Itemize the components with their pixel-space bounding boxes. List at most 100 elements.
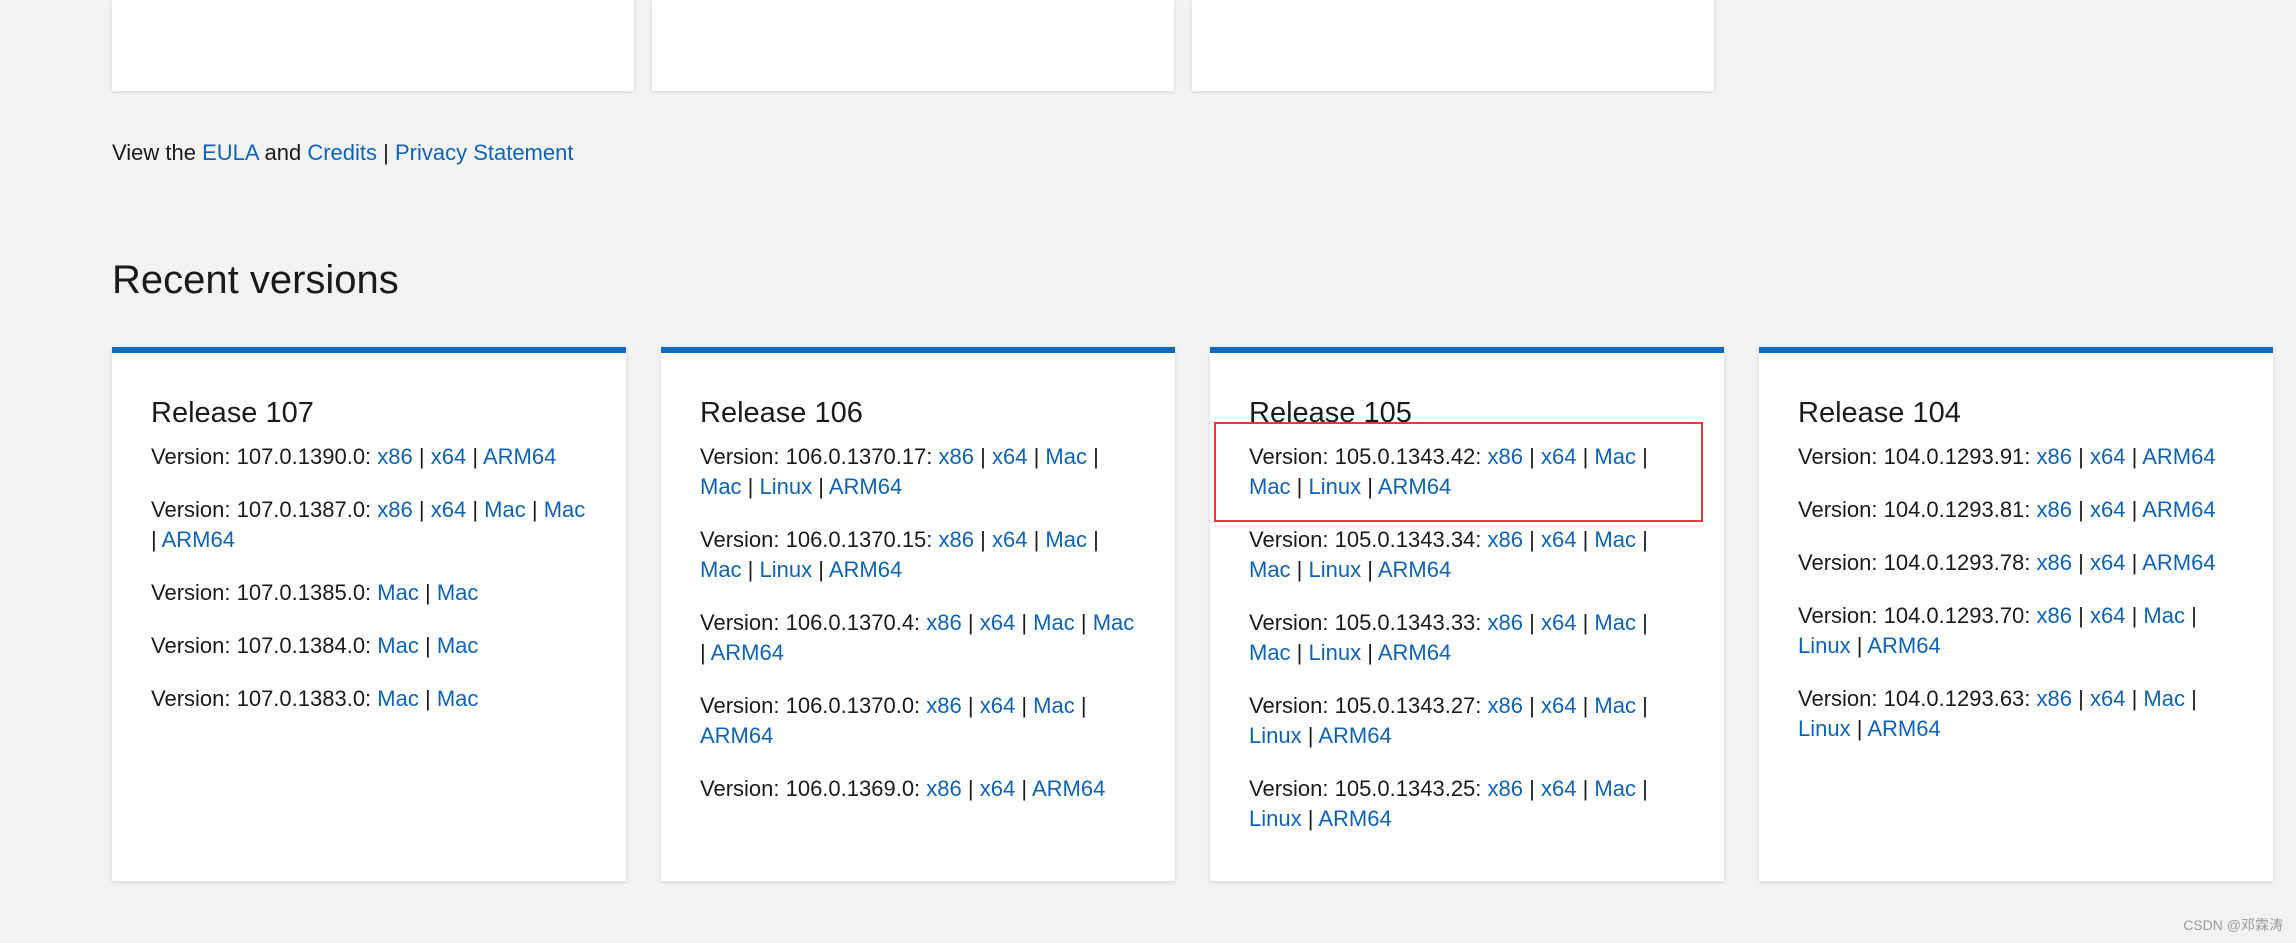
download-link-x86[interactable]: x86 — [377, 497, 412, 522]
download-link-linux[interactable]: Linux — [1249, 723, 1302, 748]
download-link-x86[interactable]: x86 — [1488, 444, 1523, 469]
download-link-x86[interactable]: x86 — [1488, 527, 1523, 552]
download-link-mac[interactable]: Mac — [1249, 640, 1291, 665]
download-link-arm64[interactable]: ARM64 — [711, 640, 784, 665]
version-label: Version: 105.0.1343.25: — [1249, 776, 1482, 801]
download-link-mac[interactable]: Mac — [377, 633, 419, 658]
link-separator: | — [2125, 603, 2144, 628]
download-link-linux[interactable]: Linux — [760, 557, 813, 582]
download-link-x64[interactable]: x64 — [1541, 444, 1576, 469]
download-link-x64[interactable]: x64 — [2090, 444, 2125, 469]
download-link-linux[interactable]: Linux — [1309, 640, 1362, 665]
download-link-x64[interactable]: x64 — [2090, 550, 2125, 575]
download-link-linux[interactable]: Linux — [1309, 474, 1362, 499]
download-link-mac[interactable]: Mac — [1594, 610, 1636, 635]
download-link-x64[interactable]: x64 — [1541, 527, 1576, 552]
link-separator: | — [1027, 444, 1046, 469]
download-link-x64[interactable]: x64 — [2090, 497, 2125, 522]
link-separator: | — [1523, 610, 1541, 635]
download-link-arm64[interactable]: ARM64 — [700, 723, 773, 748]
download-link-arm64[interactable]: ARM64 — [1318, 806, 1391, 831]
download-link-x64[interactable]: x64 — [431, 497, 466, 522]
download-link-mac[interactable]: Mac — [2143, 686, 2185, 711]
download-link-x86[interactable]: x86 — [2037, 550, 2072, 575]
download-link-arm64[interactable]: ARM64 — [162, 527, 235, 552]
download-link-linux[interactable]: Linux — [1249, 806, 1302, 831]
download-link-arm64[interactable]: ARM64 — [1032, 776, 1105, 801]
download-link-mac[interactable]: Mac — [484, 497, 526, 522]
download-link-arm64[interactable]: ARM64 — [483, 444, 556, 469]
download-link-mac[interactable]: Mac — [1249, 557, 1291, 582]
download-link-x64[interactable]: x64 — [1541, 776, 1576, 801]
download-link-x86[interactable]: x86 — [2037, 603, 2072, 628]
download-link-arm64[interactable]: ARM64 — [1378, 474, 1451, 499]
download-link-linux[interactable]: Linux — [1798, 633, 1851, 658]
version-row: Version: 107.0.1385.0: Mac | Mac — [151, 578, 588, 608]
download-link-x86[interactable]: x86 — [1488, 693, 1523, 718]
privacy-statement-link[interactable]: Privacy Statement — [395, 140, 574, 165]
download-link-x86[interactable]: x86 — [926, 776, 961, 801]
link-separator: | — [1015, 693, 1034, 718]
download-link-mac[interactable]: Mac — [437, 633, 479, 658]
download-link-x86[interactable]: x86 — [939, 444, 974, 469]
download-link-mac[interactable]: Mac — [1045, 444, 1087, 469]
link-separator: | — [741, 557, 760, 582]
download-link-linux[interactable]: Linux — [1798, 716, 1851, 741]
download-link-mac[interactable]: Mac — [437, 686, 479, 711]
download-link-x86[interactable]: x86 — [1488, 610, 1523, 635]
download-link-linux[interactable]: Linux — [760, 474, 813, 499]
download-link-x64[interactable]: x64 — [2090, 603, 2125, 628]
download-link-arm64[interactable]: ARM64 — [2142, 550, 2215, 575]
credits-link[interactable]: Credits — [307, 140, 377, 165]
download-link-x64[interactable]: x64 — [992, 527, 1027, 552]
download-link-x86[interactable]: x86 — [1488, 776, 1523, 801]
link-separator: | — [1576, 527, 1595, 552]
download-link-x86[interactable]: x86 — [926, 610, 961, 635]
download-link-arm64[interactable]: ARM64 — [2142, 497, 2215, 522]
download-link-mac[interactable]: Mac — [700, 557, 742, 582]
download-link-arm64[interactable]: ARM64 — [1378, 557, 1451, 582]
download-link-mac[interactable]: Mac — [1594, 776, 1636, 801]
download-link-x64[interactable]: x64 — [980, 776, 1015, 801]
download-link-arm64[interactable]: ARM64 — [1867, 716, 1940, 741]
download-link-arm64[interactable]: ARM64 — [1867, 633, 1940, 658]
download-link-mac[interactable]: Mac — [1594, 693, 1636, 718]
download-link-mac[interactable]: Mac — [1093, 610, 1135, 635]
download-link-x86[interactable]: x86 — [2037, 444, 2072, 469]
download-link-mac[interactable]: Mac — [544, 497, 586, 522]
download-link-mac[interactable]: Mac — [1033, 610, 1075, 635]
download-link-x86[interactable]: x86 — [926, 693, 961, 718]
download-link-linux[interactable]: Linux — [1309, 557, 1362, 582]
download-link-mac[interactable]: Mac — [1594, 444, 1636, 469]
download-link-mac[interactable]: Mac — [1033, 693, 1075, 718]
download-link-arm64[interactable]: ARM64 — [829, 557, 902, 582]
download-link-mac[interactable]: Mac — [2143, 603, 2185, 628]
link-separator: | — [1635, 610, 1648, 635]
download-link-mac[interactable]: Mac — [1249, 474, 1291, 499]
download-link-x64[interactable]: x64 — [1541, 610, 1576, 635]
download-link-x64[interactable]: x64 — [980, 610, 1015, 635]
download-link-x64[interactable]: x64 — [2090, 686, 2125, 711]
download-link-x64[interactable]: x64 — [1541, 693, 1576, 718]
download-link-x64[interactable]: x64 — [980, 693, 1015, 718]
download-link-x86[interactable]: x86 — [2037, 686, 2072, 711]
download-link-arm64[interactable]: ARM64 — [1318, 723, 1391, 748]
download-link-arm64[interactable]: ARM64 — [1378, 640, 1451, 665]
download-link-mac[interactable]: Mac — [1594, 527, 1636, 552]
download-link-mac[interactable]: Mac — [437, 580, 479, 605]
download-link-x64[interactable]: x64 — [992, 444, 1027, 469]
link-separator: | — [1576, 444, 1595, 469]
eula-link[interactable]: EULA — [202, 140, 258, 165]
download-link-x64[interactable]: x64 — [431, 444, 466, 469]
legal-prefix: View the — [112, 140, 203, 165]
download-link-arm64[interactable]: ARM64 — [829, 474, 902, 499]
link-separator: | — [1301, 806, 1319, 831]
download-link-x86[interactable]: x86 — [2037, 497, 2072, 522]
download-link-arm64[interactable]: ARM64 — [2142, 444, 2215, 469]
download-link-mac[interactable]: Mac — [377, 580, 419, 605]
download-link-mac[interactable]: Mac — [1045, 527, 1087, 552]
download-link-mac[interactable]: Mac — [377, 686, 419, 711]
download-link-mac[interactable]: Mac — [700, 474, 742, 499]
download-link-x86[interactable]: x86 — [377, 444, 412, 469]
download-link-x86[interactable]: x86 — [939, 527, 974, 552]
